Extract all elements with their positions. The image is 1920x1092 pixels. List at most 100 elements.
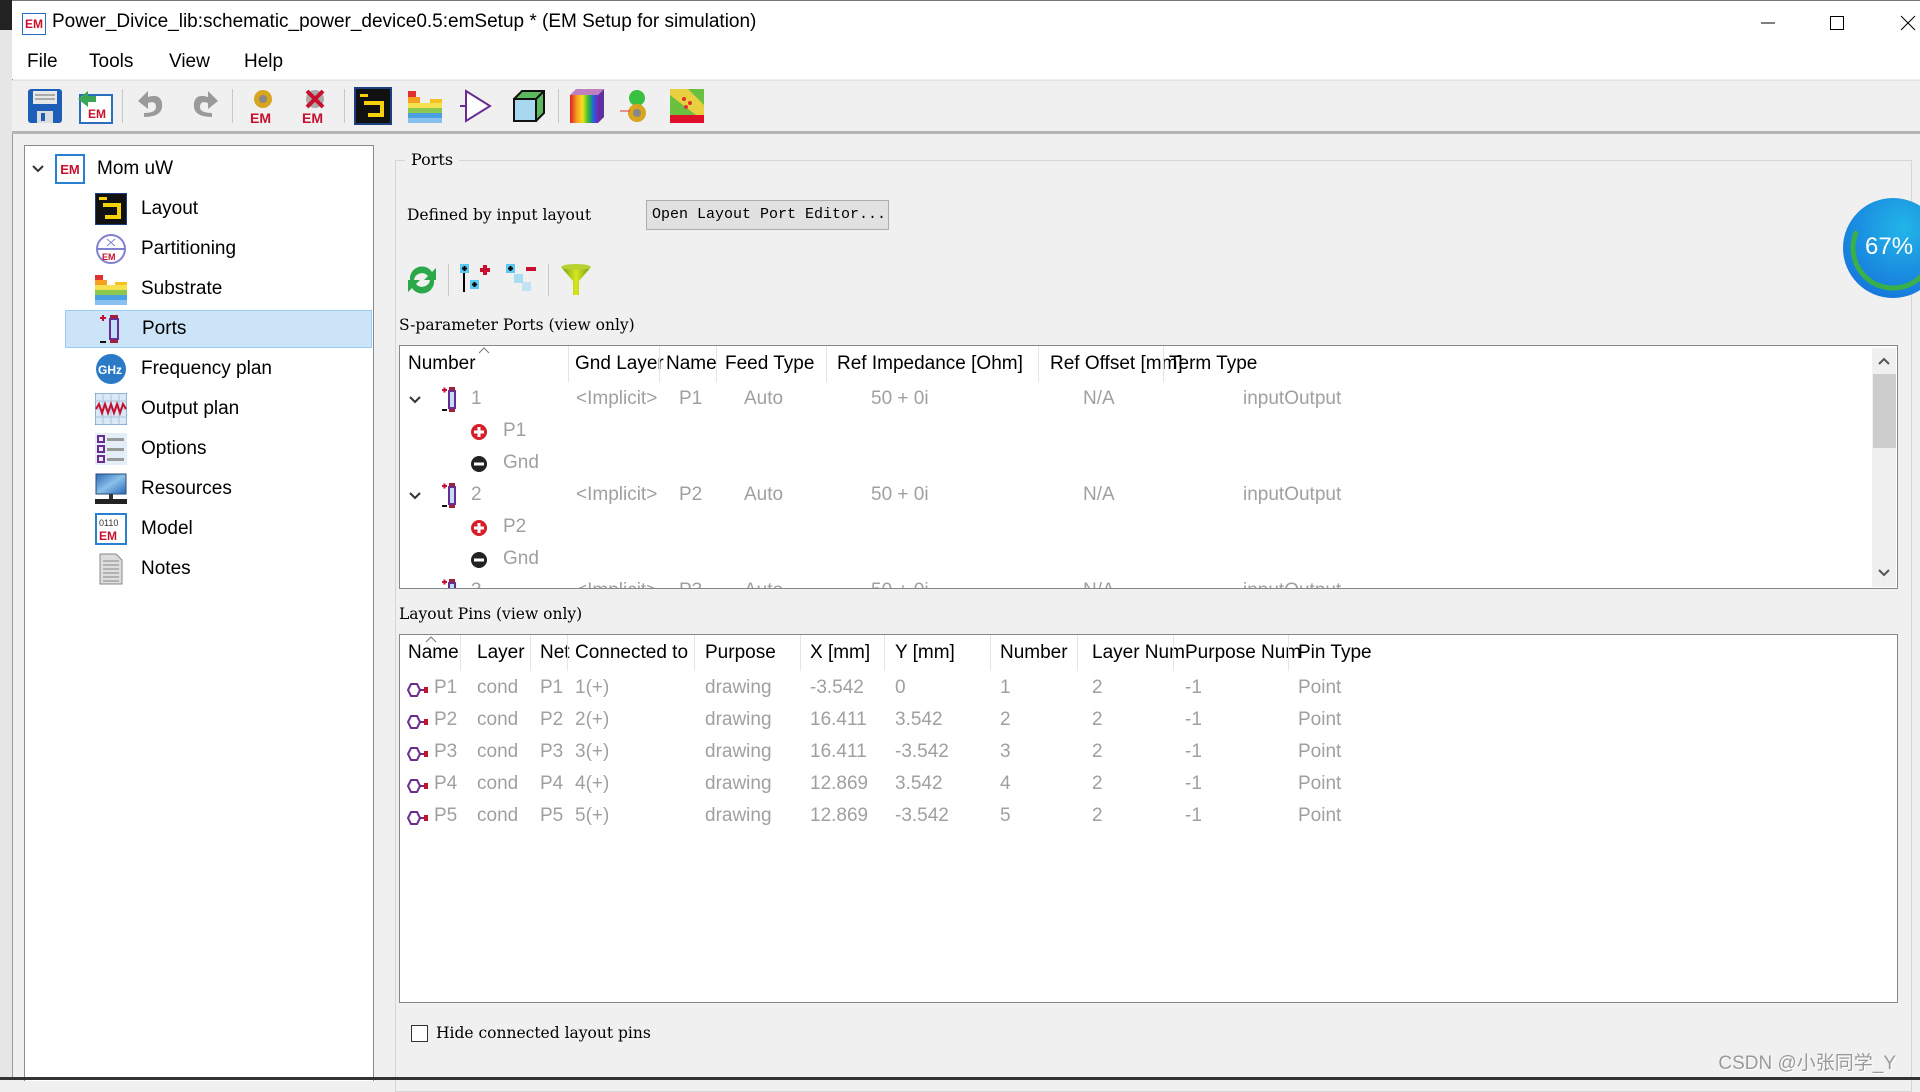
col-purpose-num[interactable]: Purpose Num (1185, 642, 1301, 664)
table-row[interactable]: P2 cond P2 2(+) drawing 16.411 3.542 2 2 -1 Point (400, 705, 1897, 737)
chevron-down-icon[interactable] (408, 393, 422, 407)
column-separator[interactable] (800, 635, 801, 671)
table-row-child[interactable]: Gnd (400, 448, 1897, 480)
column-separator[interactable] (460, 635, 461, 671)
col-gnd-layer[interactable]: Gnd Layer (575, 353, 664, 375)
tree-item-notes[interactable]: Notes (65, 550, 372, 588)
layout-button[interactable] (354, 87, 392, 125)
cell-number: 3 (471, 580, 482, 588)
table-row[interactable]: 3 <Implicit> P3 Auto 50 + 0i N/A inputOu… (400, 576, 1897, 588)
table-row[interactable]: 1 <Implicit> P1 Auto 50 + 0i N/A inputOu… (400, 384, 1897, 416)
undo-button[interactable] (134, 87, 172, 125)
tree-item-ports[interactable]: Ports (65, 310, 372, 348)
column-separator[interactable] (567, 635, 568, 671)
scroll-down-icon[interactable] (1877, 568, 1891, 578)
tree-item-substrate[interactable]: Substrate (65, 270, 372, 308)
table-row[interactable]: P5 cond P5 5(+) drawing 12.869 -3.542 5 2 -1 Point (400, 801, 1897, 833)
menu-file[interactable]: File (27, 51, 58, 73)
col-x-mm[interactable]: X [mm] (810, 642, 870, 664)
column-separator[interactable] (530, 635, 531, 671)
maximize-button[interactable] (1807, 1, 1867, 45)
scroll-up-icon[interactable] (1877, 356, 1891, 366)
minimize-button[interactable] (1738, 1, 1798, 45)
col-net[interactable]: Net (540, 642, 570, 664)
add-port-button[interactable] (458, 262, 494, 298)
open-em-view-button[interactable]: EM (76, 87, 114, 125)
col-term-type[interactable]: Term Type (1169, 353, 1257, 375)
menu-view[interactable]: View (169, 51, 210, 73)
maximize-icon (1830, 16, 1844, 30)
tree-item-resources[interactable]: Resources (65, 470, 372, 508)
generate-em-model-button[interactable]: EM (244, 87, 282, 126)
substrate-button[interactable] (406, 87, 444, 125)
tree-item-options[interactable]: Options (65, 430, 372, 468)
filter-button[interactable] (558, 262, 594, 298)
table-row[interactable]: P3 cond P3 3(+) drawing 16.411 -3.542 3 2 -1 Point (400, 737, 1897, 769)
tree-root-mom-uw[interactable]: EM Mom uW (25, 150, 372, 188)
col-name[interactable]: Name (408, 642, 459, 664)
table-row-child[interactable]: Gnd (400, 544, 1897, 576)
table-row[interactable]: P4 cond P4 4(+) drawing 12.869 3.542 4 2 -1 Point (400, 769, 1897, 801)
column-separator[interactable] (1288, 635, 1289, 671)
col-name[interactable]: Name (666, 353, 717, 375)
col-number[interactable]: Number (408, 353, 476, 375)
tree-item-model[interactable]: 0110 EM Model (65, 510, 372, 548)
col-number[interactable]: Number (1000, 642, 1068, 664)
col-layer[interactable]: Layer (477, 642, 525, 664)
table-row[interactable]: P1 cond P1 1(+) drawing -3.542 0 1 2 -1 Point (400, 673, 1897, 705)
col-ref-impedance[interactable]: Ref Impedance [Ohm] (837, 353, 1023, 375)
col-purpose[interactable]: Purpose (705, 642, 776, 664)
tree-item-output-plan[interactable]: Output plan (65, 390, 372, 428)
remove-port-button[interactable] (504, 262, 540, 298)
tree-item-layout[interactable]: Layout (65, 190, 372, 228)
cell-name: P2 (434, 709, 458, 730)
em-export-icon: EM (78, 91, 113, 124)
cell-pin-type: Point (1298, 709, 1342, 730)
tree-item-partitioning[interactable]: EM Partitioning (65, 230, 372, 268)
cell-layer: cond (477, 709, 519, 730)
results-button[interactable] (668, 87, 706, 125)
chevron-down-icon[interactable] (408, 489, 422, 503)
menu-tools[interactable]: Tools (89, 51, 133, 73)
col-layer-num[interactable]: Layer Num (1092, 642, 1185, 664)
table-row-child[interactable]: P2 (400, 512, 1897, 544)
remove-em-model-button[interactable]: EM (296, 87, 334, 126)
cell-net: P3 (540, 741, 564, 762)
column-separator[interactable] (1077, 635, 1078, 671)
redo-button[interactable] (184, 87, 222, 125)
col-pin-type[interactable]: Pin Type (1298, 642, 1372, 664)
hide-connected-pins-checkbox[interactable] (411, 1025, 428, 1042)
col-connected-to[interactable]: Connected to (575, 642, 688, 664)
cell-pin-type: Point (1298, 677, 1342, 698)
sort-ascending-icon[interactable] (478, 346, 490, 354)
cell-term-type: inputOutput (1243, 484, 1342, 505)
column-separator[interactable] (694, 635, 695, 671)
simulation-settings-button[interactable] (618, 87, 656, 125)
tree-item-frequency-plan[interactable]: GHz Frequency plan (65, 350, 372, 388)
visualization-button[interactable] (568, 87, 606, 125)
cell-ref-offset: N/A (1083, 580, 1115, 588)
menu-help[interactable]: Help (244, 51, 283, 73)
table-row-child[interactable]: P1 (400, 416, 1897, 448)
simulate-button[interactable] (458, 87, 496, 125)
cell-net: P1 (540, 677, 564, 698)
chevron-down-icon[interactable] (31, 162, 45, 176)
table-row[interactable]: 2 <Implicit> P2 Auto 50 + 0i N/A inputOu… (400, 480, 1897, 512)
cell-name: P3 (679, 580, 702, 588)
pin-icon (406, 811, 428, 825)
close-button[interactable] (1878, 1, 1920, 45)
3d-view-button[interactable] (510, 87, 548, 125)
svg-text:EM: EM (102, 252, 116, 262)
col-feed-type[interactable]: Feed Type (725, 353, 814, 375)
column-separator[interactable] (1173, 635, 1174, 671)
refresh-button[interactable] (404, 262, 440, 298)
open-layout-port-editor-button[interactable]: Open Layout Port Editor... (646, 200, 889, 230)
col-y-mm[interactable]: Y [mm] (895, 642, 955, 664)
column-separator[interactable] (884, 635, 885, 671)
column-separator[interactable] (990, 635, 991, 671)
performance-gauge[interactable]: 67% (1843, 198, 1920, 298)
app-em-icon: EM (22, 13, 46, 35)
save-button[interactable] (26, 87, 64, 125)
layout-pins-table: Name Layer Net Connected to Purpose X [mm] Y [… (399, 634, 1898, 1003)
scrollbar-thumb[interactable] (1873, 374, 1896, 448)
